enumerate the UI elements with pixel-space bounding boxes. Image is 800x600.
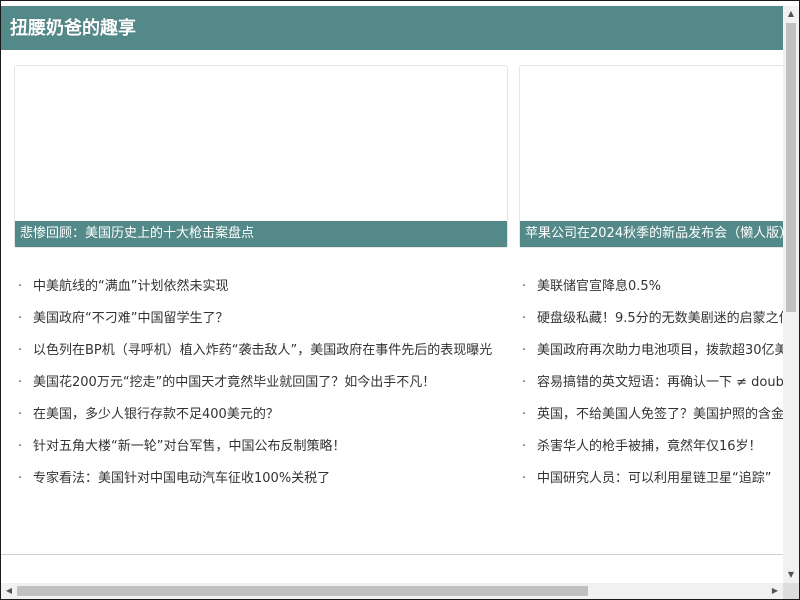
bullet-icon: · bbox=[18, 439, 23, 454]
article-link[interactable]: · 中美航线的“满血”计划依然未实现 bbox=[18, 271, 515, 303]
article-title[interactable]: 杀害华人的枪手被捕，竟然年仅16岁！ bbox=[537, 439, 762, 454]
bullet-icon: · bbox=[522, 471, 527, 486]
bullet-icon: · bbox=[18, 407, 23, 422]
article-title[interactable]: 中美航线的“满血”计划依然未实现 bbox=[33, 279, 228, 294]
site-header: 扭腰奶爸的趣享 bbox=[1, 6, 783, 50]
bullet-icon: · bbox=[522, 375, 527, 390]
horizontal-scrollbar-thumb[interactable] bbox=[17, 586, 588, 596]
article-title[interactable]: 以色列在BP机（寻呼机）植入炸药“袭击敌人”，美国政府在事件先后的表现曝光 bbox=[33, 343, 492, 358]
site-title[interactable]: 扭腰奶爸的趣享 bbox=[10, 18, 136, 40]
vertical-scrollbar-thumb[interactable] bbox=[786, 23, 796, 312]
vertical-scrollbar[interactable]: ▲ ▼ bbox=[783, 6, 799, 583]
article-link[interactable]: · 杀害华人的枪手被捕，竟然年仅16岁！ bbox=[522, 431, 783, 463]
article-link[interactable]: · 美联储官宣降息0.5% bbox=[522, 271, 783, 303]
bullet-icon: · bbox=[522, 343, 527, 358]
scrollbar-corner bbox=[783, 583, 799, 599]
article-link[interactable]: · 容易搞错的英文短语：再确认一下 ≠ double check bbox=[522, 367, 783, 399]
bullet-icon: · bbox=[18, 343, 23, 358]
article-link[interactable]: · 专家看法：美国针对中国电动汽车征收100%关税了 bbox=[18, 463, 515, 495]
bullet-icon: · bbox=[522, 439, 527, 454]
bullet-icon: · bbox=[522, 407, 527, 422]
article-title[interactable]: 针对五角大楼“新一轮”对台军售，中国公布反制策略！ bbox=[33, 439, 345, 454]
footer-divider bbox=[1, 554, 783, 555]
article-list-1: · 中美航线的“满血”计划依然未实现 · 美国政府“不刁难”中国留学生了？ · 以色列… bbox=[18, 271, 515, 495]
article-link[interactable]: · 硬盘级私藏！9.5分的无数美剧迷的启蒙之作 bbox=[522, 303, 783, 335]
arrow-right-icon[interactable]: ▶ bbox=[767, 583, 783, 599]
article-title[interactable]: 中国研究人员：可以利用星链卫星“追踪” bbox=[537, 471, 771, 486]
bullet-icon: · bbox=[18, 311, 23, 326]
article-title[interactable]: 硬盘级私藏！9.5分的无数美剧迷的启蒙之作 bbox=[537, 311, 783, 326]
article-link[interactable]: · 以色列在BP机（寻呼机）植入炸药“袭击敌人”，美国政府在事件先后的表现曝光 bbox=[18, 335, 515, 367]
article-link[interactable]: · 美国政府再次助力电池项目，拨款超30亿美元 bbox=[522, 335, 783, 367]
article-link[interactable]: · 针对五角大楼“新一轮”对台军售，中国公布反制策略！ bbox=[18, 431, 515, 463]
article-title[interactable]: 英国，不给美国人免签了？美国护照的含金量 bbox=[537, 407, 783, 422]
featured-card-1[interactable]: 悲惨回顾：美国历史上的十大枪击案盘点 bbox=[14, 65, 508, 248]
bullet-icon: · bbox=[18, 375, 23, 390]
article-title[interactable]: 在美国，多少人银行存款不足400美元的？ bbox=[33, 407, 279, 422]
arrow-left-icon[interactable]: ◀ bbox=[1, 583, 17, 599]
article-link[interactable]: · 中国研究人员：可以利用星链卫星“追踪” bbox=[522, 463, 783, 495]
content-area: 悲惨回顾：美国历史上的十大枪击案盘点 苹果公司在2024秋季的新品发布会（懒人版… bbox=[1, 50, 783, 583]
bullet-icon: · bbox=[18, 279, 23, 294]
article-title[interactable]: 美联储官宣降息0.5% bbox=[537, 279, 661, 294]
bullet-icon: · bbox=[522, 279, 527, 294]
arrow-up-icon[interactable]: ▲ bbox=[783, 6, 799, 22]
article-link[interactable]: · 美国政府“不刁难”中国留学生了？ bbox=[18, 303, 515, 335]
article-link[interactable]: · 在美国，多少人银行存款不足400美元的？ bbox=[18, 399, 515, 431]
article-title[interactable]: 美国花200万元“挖走”的中国天才竟然毕业就回国了？如今出手不凡！ bbox=[33, 375, 435, 390]
article-link[interactable]: · 英国，不给美国人免签了？美国护照的含金量 bbox=[522, 399, 783, 431]
article-link[interactable]: · 美国花200万元“挖走”的中国天才竟然毕业就回国了？如今出手不凡！ bbox=[18, 367, 515, 399]
bullet-icon: · bbox=[522, 311, 527, 326]
horizontal-scrollbar[interactable]: ◀ ▶ bbox=[1, 583, 783, 599]
article-title[interactable]: 专家看法：美国针对中国电动汽车征收100%关税了 bbox=[33, 471, 330, 486]
featured-card-2[interactable]: 苹果公司在2024秋季的新品发布会（懒人版） bbox=[519, 65, 783, 248]
arrow-down-icon[interactable]: ▼ bbox=[783, 567, 799, 583]
featured-card-caption[interactable]: 悲惨回顾：美国历史上的十大枪击案盘点 bbox=[15, 221, 507, 247]
article-title[interactable]: 美国政府“不刁难”中国留学生了？ bbox=[33, 311, 228, 326]
article-title[interactable]: 美国政府再次助力电池项目，拨款超30亿美元 bbox=[537, 343, 783, 358]
article-list-2: · 美联储官宣降息0.5% · 硬盘级私藏！9.5分的无数美剧迷的启蒙之作 · 美国政… bbox=[522, 271, 783, 495]
bullet-icon: · bbox=[18, 471, 23, 486]
article-title[interactable]: 容易搞错的英文短语：再确认一下 ≠ double check bbox=[537, 375, 783, 390]
featured-card-caption[interactable]: 苹果公司在2024秋季的新品发布会（懒人版） bbox=[520, 221, 783, 247]
